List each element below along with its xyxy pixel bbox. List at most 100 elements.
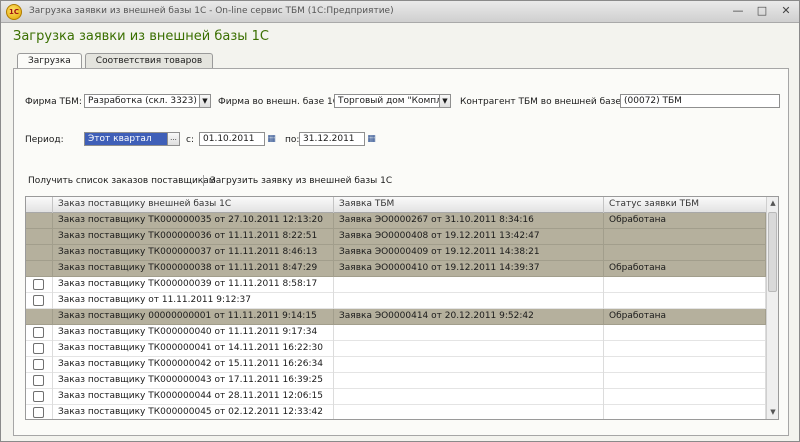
row-checkbox[interactable] — [33, 407, 44, 418]
close-icon[interactable]: ✕ — [779, 4, 793, 18]
firm-ext-field[interactable]: Торговый дом "Комплекс" — [334, 94, 440, 108]
form-title: Загрузка заявки из внешней базы 1С — [13, 29, 270, 44]
row-checkbox[interactable] — [33, 359, 44, 370]
table-row[interactable]: Заказ поставщику ТК000000038 от 11.11.20… — [26, 261, 766, 277]
row-checkbox-cell — [26, 277, 53, 293]
request-cell — [334, 373, 604, 389]
tab-load[interactable]: Загрузка — [17, 53, 82, 69]
contractor-field[interactable]: (00072) ТБМ — [620, 94, 780, 108]
table-row[interactable]: Заказ поставщику ТК000000036 от 11.11.20… — [26, 229, 766, 245]
scroll-down-icon[interactable]: ▼ — [767, 406, 778, 419]
tab-product-mapping[interactable]: Соответствия товаров — [84, 53, 214, 68]
status-cell — [604, 373, 766, 389]
row-checkbox-cell — [26, 245, 53, 261]
order-cell: Заказ поставщику ТК000000041 от 14.11.20… — [53, 341, 334, 357]
request-cell — [334, 277, 604, 293]
table-row[interactable]: Заказ поставщику ТК000000037 от 11.11.20… — [26, 245, 766, 261]
order-cell: Заказ поставщику ТК000000045 от 02.12.20… — [53, 405, 334, 419]
header-checkbox-col — [26, 197, 53, 213]
order-cell: Заказ поставщику ТК000000036 от 11.11.20… — [53, 229, 334, 245]
row-checkbox-cell — [26, 293, 53, 309]
period-field[interactable]: Этот квартал — [84, 132, 168, 146]
order-cell: Заказ поставщику 00000000001 от 11.11.20… — [53, 309, 334, 325]
status-cell: Обработана — [604, 213, 766, 229]
order-cell: Заказ поставщику от 11.11.2011 9:12:37 — [53, 293, 334, 309]
toolbar-separator — [203, 175, 204, 186]
title-bar[interactable]: 1С Загрузка заявки из внешней базы 1С - … — [1, 1, 799, 23]
row-checkbox-cell — [26, 229, 53, 245]
table-row[interactable]: Заказ поставщику ТК000000040 от 11.11.20… — [26, 325, 766, 341]
status-cell — [604, 405, 766, 419]
header-status[interactable]: Статус заявки ТБМ — [604, 197, 766, 213]
request-cell: Заявка ЭО0000267 от 31.10.2011 8:34:16 — [334, 213, 604, 229]
row-checkbox[interactable] — [33, 375, 44, 386]
window-title: Загрузка заявки из внешней базы 1С - On-… — [29, 6, 394, 16]
load-request-button[interactable]: Загрузить заявку из внешней базы 1С — [210, 176, 392, 186]
chevron-down-icon[interactable]: ▼ — [199, 94, 211, 108]
table-row[interactable]: Заказ поставщику ТК000000044 от 28.11.20… — [26, 389, 766, 405]
period-from-label: с: — [186, 135, 194, 145]
order-cell: Заказ поставщику ТК000000042 от 15.11.20… — [53, 357, 334, 373]
row-checkbox-cell — [26, 389, 53, 405]
row-checkbox-cell — [26, 261, 53, 277]
table-row[interactable]: Заказ поставщику ТК000000042 от 15.11.20… — [26, 357, 766, 373]
row-checkbox[interactable] — [33, 327, 44, 338]
contractor-label: Контрагент ТБМ во внешней базе 1С: — [460, 97, 639, 107]
row-checkbox[interactable] — [33, 295, 44, 306]
scroll-up-icon[interactable]: ▲ — [767, 197, 778, 210]
row-checkbox[interactable] — [33, 391, 44, 402]
status-cell — [604, 325, 766, 341]
calendar-icon[interactable]: ▦ — [366, 132, 377, 146]
firm-tbm-label: Фирма ТБМ: — [25, 97, 82, 107]
calendar-icon[interactable]: ▦ — [266, 132, 277, 146]
firm-tbm-field[interactable]: Разработка (скл. 3323) — [84, 94, 200, 108]
table-row[interactable]: Заказ поставщику ТК000000045 от 02.12.20… — [26, 405, 766, 419]
status-cell: Обработана — [604, 309, 766, 325]
app-logo-icon: 1С — [6, 4, 22, 20]
row-checkbox-cell — [26, 309, 53, 325]
order-cell: Заказ поставщику ТК000000044 от 28.11.20… — [53, 389, 334, 405]
row-checkbox-cell — [26, 341, 53, 357]
request-cell — [334, 357, 604, 373]
request-cell — [334, 325, 604, 341]
table-row[interactable]: Заказ поставщику ТК000000043 от 17.11.20… — [26, 373, 766, 389]
window-controls: — □ ✕ — [731, 4, 793, 18]
tab-panel: Фирма ТБМ: Разработка (скл. 3323) ▼ Фирм… — [13, 68, 789, 436]
period-label: Период: — [25, 135, 64, 145]
header-order[interactable]: Заказ поставщику внешней базы 1С — [53, 197, 334, 213]
row-checkbox[interactable] — [33, 279, 44, 290]
request-cell: Заявка ЭО0000409 от 19.12.2011 14:38:21 — [334, 245, 604, 261]
status-cell — [604, 341, 766, 357]
order-cell: Заказ поставщику ТК000000039 от 11.11.20… — [53, 277, 334, 293]
chevron-down-icon[interactable]: ▼ — [439, 94, 451, 108]
order-cell: Заказ поставщику ТК000000043 от 17.11.20… — [53, 373, 334, 389]
minimize-icon[interactable]: — — [731, 4, 745, 18]
period-from-field[interactable]: 01.10.2011 — [199, 132, 265, 146]
order-cell: Заказ поставщику ТК000000038 от 11.11.20… — [53, 261, 334, 277]
row-checkbox-cell — [26, 213, 53, 229]
table-header: Заказ поставщику внешней базы 1С Заявка … — [26, 197, 766, 213]
header-request[interactable]: Заявка ТБМ — [334, 197, 604, 213]
get-orders-button[interactable]: Получить список заказов поставщикам — [28, 176, 216, 186]
table-row[interactable]: Заказ поставщику 00000000001 от 11.11.20… — [26, 309, 766, 325]
orders-table: Заказ поставщику внешней базы 1С Заявка … — [25, 196, 779, 420]
status-cell — [604, 389, 766, 405]
order-cell: Заказ поставщику ТК000000037 от 11.11.20… — [53, 245, 334, 261]
scroll-thumb[interactable] — [768, 212, 777, 292]
row-checkbox-cell — [26, 405, 53, 419]
period-to-field[interactable]: 31.12.2011 — [299, 132, 365, 146]
vertical-scrollbar[interactable]: ▲ ▼ — [766, 197, 778, 419]
request-cell — [334, 341, 604, 357]
tab-bar: Загрузка Соответствия товаров — [17, 53, 214, 69]
order-cell: Заказ поставщику ТК000000035 от 27.10.20… — [53, 213, 334, 229]
maximize-icon[interactable]: □ — [755, 4, 769, 18]
status-cell — [604, 357, 766, 373]
table-row[interactable]: Заказ поставщику ТК000000035 от 27.10.20… — [26, 213, 766, 229]
table-row[interactable]: Заказ поставщику ТК000000041 от 14.11.20… — [26, 341, 766, 357]
table-row[interactable]: Заказ поставщику от 11.11.2011 9:12:37 — [26, 293, 766, 309]
period-select-button[interactable]: ... — [167, 132, 180, 146]
row-checkbox-cell — [26, 325, 53, 341]
row-checkbox[interactable] — [33, 343, 44, 354]
table-row[interactable]: Заказ поставщику ТК000000039 от 11.11.20… — [26, 277, 766, 293]
request-cell: Заявка ЭО0000408 от 19.12.2011 13:42:47 — [334, 229, 604, 245]
